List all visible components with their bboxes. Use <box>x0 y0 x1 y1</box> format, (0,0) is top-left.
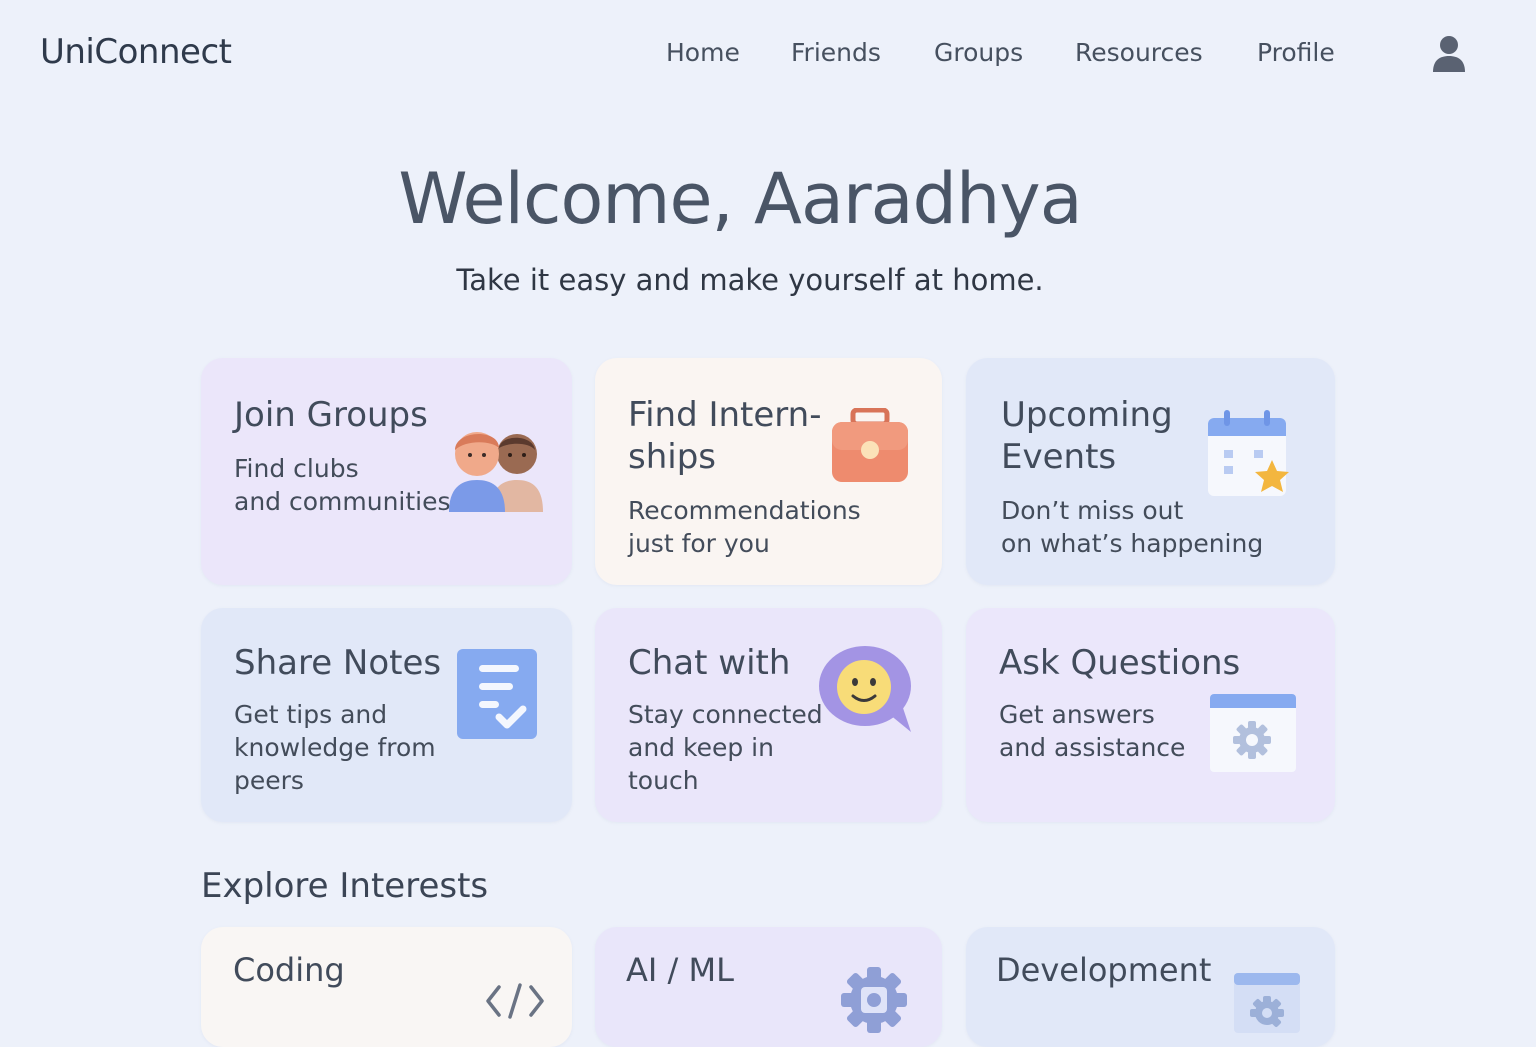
calendar-icon <box>1206 408 1296 504</box>
app-logo[interactable]: UniConnect <box>40 32 232 72</box>
card-description: Get tips and knowledge from peers <box>234 700 436 795</box>
card-chat-with[interactable]: Chat with Stay connected and keep in tou… <box>595 608 942 822</box>
card-title: Join Groups <box>234 395 428 435</box>
card-description: Get answers and assistance <box>999 700 1186 762</box>
card-title: Chat with <box>628 643 791 683</box>
card-ask-questions[interactable]: Ask Questions Get answers and assistance <box>966 608 1335 822</box>
nav-item-groups[interactable]: Groups <box>934 38 1023 67</box>
card-share-notes[interactable]: Share Notes Get tips and knowledge from … <box>201 608 572 822</box>
card-description: Stay connected and keep in touch <box>628 700 823 795</box>
nav-item-resources[interactable]: Resources <box>1075 38 1203 67</box>
top-navigation-bar: UniConnect Home Friends Groups Resources… <box>0 0 1536 110</box>
card-find-internships[interactable]: Find Intern- ships Recommendations just … <box>595 358 942 585</box>
card-description: Recommendations just for you <box>628 496 861 558</box>
card-title: Upcoming Events <box>1001 395 1173 477</box>
settings-window-icon <box>1210 694 1296 776</box>
nav-item-friends[interactable]: Friends <box>791 38 881 67</box>
interest-title: AI / ML <box>626 951 734 989</box>
nav-item-profile[interactable]: Profile <box>1257 38 1335 67</box>
card-description: Find clubs and communities <box>234 454 451 516</box>
card-upcoming-events[interactable]: Upcoming Events Don’t miss out on what’s… <box>966 358 1335 585</box>
interest-title: Development <box>996 951 1212 989</box>
user-icon[interactable] <box>1430 34 1468 74</box>
settings-window-icon <box>1234 973 1300 1037</box>
chat-icon <box>819 646 915 738</box>
nav-item-home[interactable]: Home <box>666 38 740 67</box>
notes-icon <box>457 649 537 743</box>
interest-title: Coding <box>233 951 345 989</box>
interest-card-coding[interactable]: Coding <box>201 927 572 1047</box>
explore-interests-heading: Explore Interests <box>201 866 489 906</box>
code-icon <box>485 983 545 1023</box>
card-title: Ask Questions <box>999 643 1241 683</box>
card-join-groups[interactable]: Join Groups Find clubs and communities <box>201 358 572 585</box>
interest-card-development[interactable]: Development <box>966 927 1335 1047</box>
gear-icon <box>841 967 907 1037</box>
card-title: Share Notes <box>234 643 442 683</box>
card-title: Find Intern- ships <box>628 395 822 477</box>
interest-card-ai-ml[interactable]: AI / ML <box>595 927 942 1047</box>
people-icon <box>447 424 547 518</box>
welcome-subtitle: Take it easy and make yourself at home. <box>456 263 1044 297</box>
welcome-heading: Welcome, Aaradhya <box>398 158 1082 240</box>
briefcase-icon <box>831 407 909 488</box>
